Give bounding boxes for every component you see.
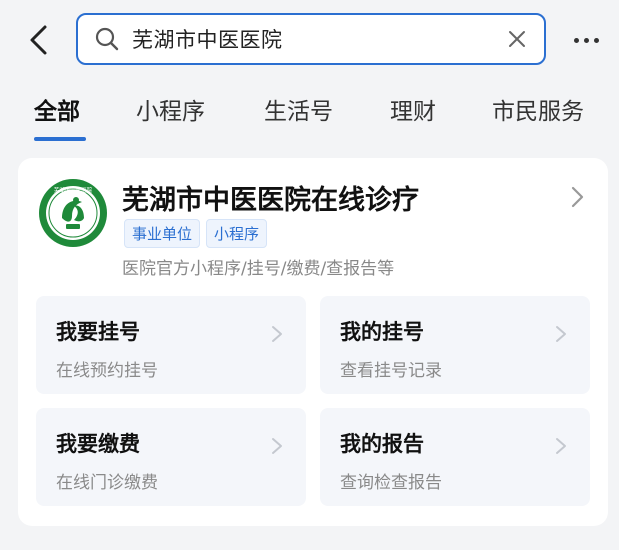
tab-mini-programs[interactable]: 小程序 — [136, 92, 205, 126]
chevron-right-icon[interactable] — [566, 184, 588, 210]
service-pay[interactable]: 我要缴费 在线门诊缴费 — [36, 408, 306, 506]
chevron-right-icon — [556, 326, 566, 342]
result-card[interactable]: 芜湖市中医医院 芜湖市中医医院在线诊疗 事业单位 小程序 医院官方小程序/挂号/… — [18, 158, 608, 526]
chevron-right-icon — [272, 326, 282, 342]
search-query-text[interactable]: 芜湖市中医医院 — [132, 24, 504, 54]
service-subtitle: 查看挂号记录 — [340, 361, 442, 381]
tag-public-institution: 事业单位 — [124, 219, 201, 248]
hospital-logo: 芜湖市中医医院 — [39, 179, 107, 247]
result-description: 医院官方小程序/挂号/缴费/查报告等 — [122, 259, 395, 279]
service-title: 我要挂号 — [56, 320, 140, 344]
tab-finance[interactable]: 理财 — [390, 92, 436, 126]
service-register[interactable]: 我要挂号 在线预约挂号 — [36, 296, 306, 394]
service-my-registrations[interactable]: 我的挂号 查看挂号记录 — [320, 296, 590, 394]
service-my-reports[interactable]: 我的报告 查询检查报告 — [320, 408, 590, 506]
tag-mini-program: 小程序 — [206, 219, 268, 248]
chevron-right-icon — [272, 438, 282, 454]
tab-all[interactable]: 全部 — [34, 92, 80, 126]
back-arrow-icon — [30, 25, 47, 55]
more-dot — [573, 37, 579, 43]
category-tabs: 全部 小程序 生活号 理财 市民服务 — [0, 84, 619, 144]
result-tags: 事业单位 小程序 — [124, 219, 268, 248]
result-title[interactable]: 芜湖市中医医院在线诊疗 — [122, 178, 419, 217]
tab-life-accounts[interactable]: 生活号 — [264, 92, 333, 126]
logo-lettering: 芜湖市中医医院 — [54, 186, 93, 194]
more-options-button[interactable] — [566, 26, 606, 54]
more-dot — [593, 37, 599, 43]
service-title: 我的挂号 — [340, 320, 424, 344]
clear-search-button[interactable] — [504, 26, 530, 52]
active-tab-indicator — [34, 137, 86, 141]
service-subtitle: 在线门诊缴费 — [56, 473, 158, 493]
service-title: 我要缴费 — [56, 432, 140, 456]
service-title: 我的报告 — [340, 432, 424, 456]
search-input[interactable]: 芜湖市中医医院 — [76, 13, 546, 65]
search-icon — [95, 27, 119, 51]
service-subtitle: 在线预约挂号 — [56, 361, 158, 381]
tab-citizen-services[interactable]: 市民服务 — [492, 92, 584, 126]
more-dot — [583, 37, 589, 43]
close-icon — [509, 31, 525, 47]
chevron-right-icon — [556, 438, 566, 454]
back-button[interactable] — [18, 20, 58, 60]
top-bar: 芜湖市中医医院 — [0, 0, 619, 80]
service-subtitle: 查询检查报告 — [340, 473, 442, 493]
